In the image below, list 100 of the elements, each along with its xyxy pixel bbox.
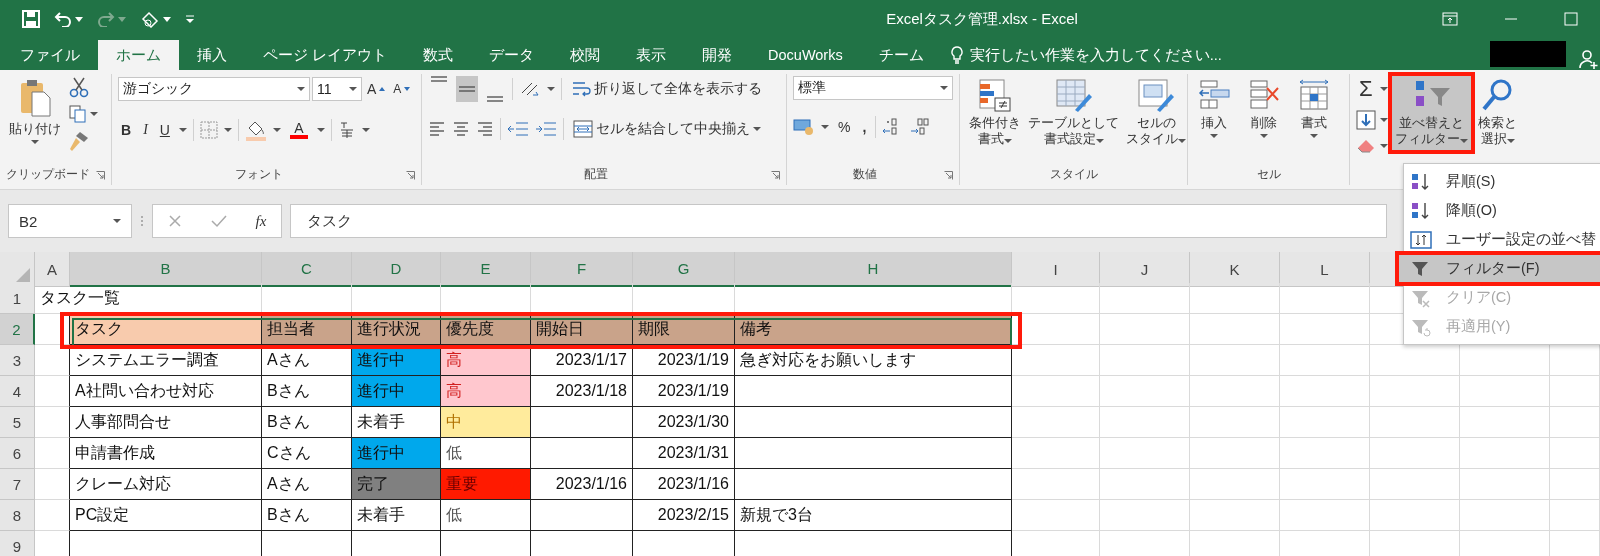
menu-item[interactable]: フィルター(F) [1398, 254, 1600, 283]
style-button[interactable]: 条件付き 書式 [966, 76, 1024, 151]
ribbon-options-icon [1442, 12, 1458, 26]
group-label: クリップボード [5, 165, 90, 183]
row-header[interactable]: 2 [0, 314, 35, 345]
row-header[interactable]: 9 [0, 531, 35, 556]
formula-field[interactable]: タスク [290, 204, 1387, 238]
ribbon-tab[interactable]: 開発 [684, 40, 751, 70]
font-name-field[interactable]: 游ゴシック [118, 77, 310, 101]
window-title: Excelタスク管理.xlsx - Excel [885, 9, 1079, 29]
style-button[interactable]: テーブルとして 書式設定 [1025, 76, 1122, 151]
paste-button[interactable]: 貼り付け [6, 76, 64, 148]
save-icon [22, 10, 40, 28]
undo-icon [54, 11, 72, 27]
tell-me-field[interactable]: 実行したい作業を入力してください... [941, 40, 1230, 70]
ribbon-tab[interactable]: ファイル [2, 40, 98, 70]
column-header[interactable]: A [35, 252, 70, 287]
align-text-icon [452, 119, 470, 139]
style-button[interactable]: セルの スタイル [1123, 76, 1189, 151]
row-header[interactable]: 3 [0, 345, 35, 376]
table-cell: PC設定 [70, 500, 262, 531]
table-cell: 申請書作成 [70, 438, 262, 469]
ribbon-tab[interactable]: DocuWorks [750, 40, 861, 70]
merge-center-button[interactable]: セルを結合して中央揃え [570, 116, 764, 142]
ribbon-tab[interactable]: 表示 [618, 40, 685, 70]
row-header[interactable]: 1 [0, 283, 35, 314]
menu-item[interactable]: 昇順(S) [1398, 167, 1600, 196]
column-header[interactable]: J [1100, 252, 1190, 287]
cancel-icon [167, 214, 182, 228]
shrink-font-button[interactable]: A [390, 76, 414, 102]
ribbon-tab[interactable]: チーム [860, 40, 942, 70]
maximize-icon [1564, 12, 1578, 26]
italic-button[interactable]: I [140, 117, 151, 143]
column-header[interactable]: K [1190, 252, 1280, 287]
column-header[interactable]: B [70, 252, 262, 287]
table-cell: 2023/1/19 [633, 345, 735, 376]
table-cell: システムエラー調査 [70, 345, 262, 376]
caret-icon [118, 16, 126, 22]
menu-item[interactable]: ユーザー設定の並べ替 [1398, 225, 1600, 254]
grow-font-button[interactable]: A [364, 76, 389, 102]
table-cell: 2023/1/16 [633, 469, 735, 500]
scissors-icon [68, 76, 90, 98]
column-header[interactable]: L [1280, 252, 1370, 287]
ribbon-tab[interactable]: ページ レイアウト [245, 40, 406, 70]
ribbon-tab[interactable]: ホーム [98, 40, 179, 70]
minimize-icon [1504, 18, 1518, 20]
comma-button[interactable]: , [859, 114, 870, 140]
column-header[interactable]: H [735, 252, 1012, 287]
vertical-align-button[interactable] [456, 76, 478, 102]
wrap-text-button[interactable]: 折り返して全体を表示する [568, 76, 765, 102]
fill-down-icon [1356, 110, 1376, 130]
column-header[interactable]: I [1012, 252, 1100, 287]
increase-indent-icon [535, 120, 557, 138]
format-cells-icon [1297, 78, 1331, 112]
caret-icon [1178, 138, 1186, 143]
row-header[interactable]: 8 [0, 500, 35, 531]
ribbon-tab[interactable]: 挿入 [179, 40, 245, 70]
number-format-field[interactable]: 標準 [793, 76, 953, 100]
table-format-icon [1054, 78, 1093, 112]
font-size-field[interactable]: 11 [312, 77, 362, 101]
percent-button[interactable]: % [835, 114, 854, 140]
cells-button[interactable]: 挿入 [1194, 76, 1234, 142]
caret-icon [349, 87, 357, 91]
row-header[interactable]: 4 [0, 376, 35, 407]
caret-icon [1260, 133, 1268, 138]
table-cell: 進行中 [352, 438, 441, 469]
caret-icon [223, 128, 232, 132]
format-painter-icon [68, 130, 90, 152]
font-color-button[interactable]: A [286, 116, 311, 144]
autosum-button[interactable]: Σ [1356, 76, 1376, 102]
table-cell: 進行中 [352, 376, 441, 407]
caret-icon [547, 87, 555, 91]
column-header[interactable]: C [262, 252, 352, 287]
column-header[interactable]: G [633, 252, 735, 287]
ribbon-tab[interactable]: 数式 [405, 40, 472, 70]
row-header[interactable]: 5 [0, 407, 35, 438]
ribbon-tab[interactable]: データ [471, 40, 553, 70]
underline-button[interactable]: U [156, 117, 173, 143]
merge-cells-icon [573, 120, 593, 138]
table-cell: A社問い合わせ対応 [70, 376, 262, 407]
group-label: スタイル [1049, 165, 1098, 183]
find-select-button[interactable]: 検索と 選択 [1475, 76, 1520, 151]
menu-item[interactable]: 降順(O) [1398, 196, 1600, 225]
cells-button[interactable]: 書式 [1294, 76, 1334, 142]
table-cell: 2023/2/15 [633, 500, 735, 531]
insert-function-button[interactable]: fx [255, 212, 267, 230]
bold-button[interactable]: B [118, 117, 135, 143]
column-header[interactable]: F [531, 252, 633, 287]
ribbon-tab[interactable]: 校閲 [552, 40, 619, 70]
custom-sort-icon [1410, 229, 1432, 250]
column-header[interactable]: D [352, 252, 441, 287]
row-header[interactable]: 7 [0, 469, 35, 500]
grip-icon [140, 214, 144, 228]
name-box[interactable]: B2 [8, 204, 132, 238]
caret-icon [178, 128, 187, 132]
group-label: フォント [234, 165, 283, 183]
empty-cell [1550, 376, 1600, 407]
cells-button[interactable]: 削除 [1244, 76, 1284, 142]
column-header[interactable]: E [441, 252, 531, 287]
row-header[interactable]: 6 [0, 438, 35, 469]
